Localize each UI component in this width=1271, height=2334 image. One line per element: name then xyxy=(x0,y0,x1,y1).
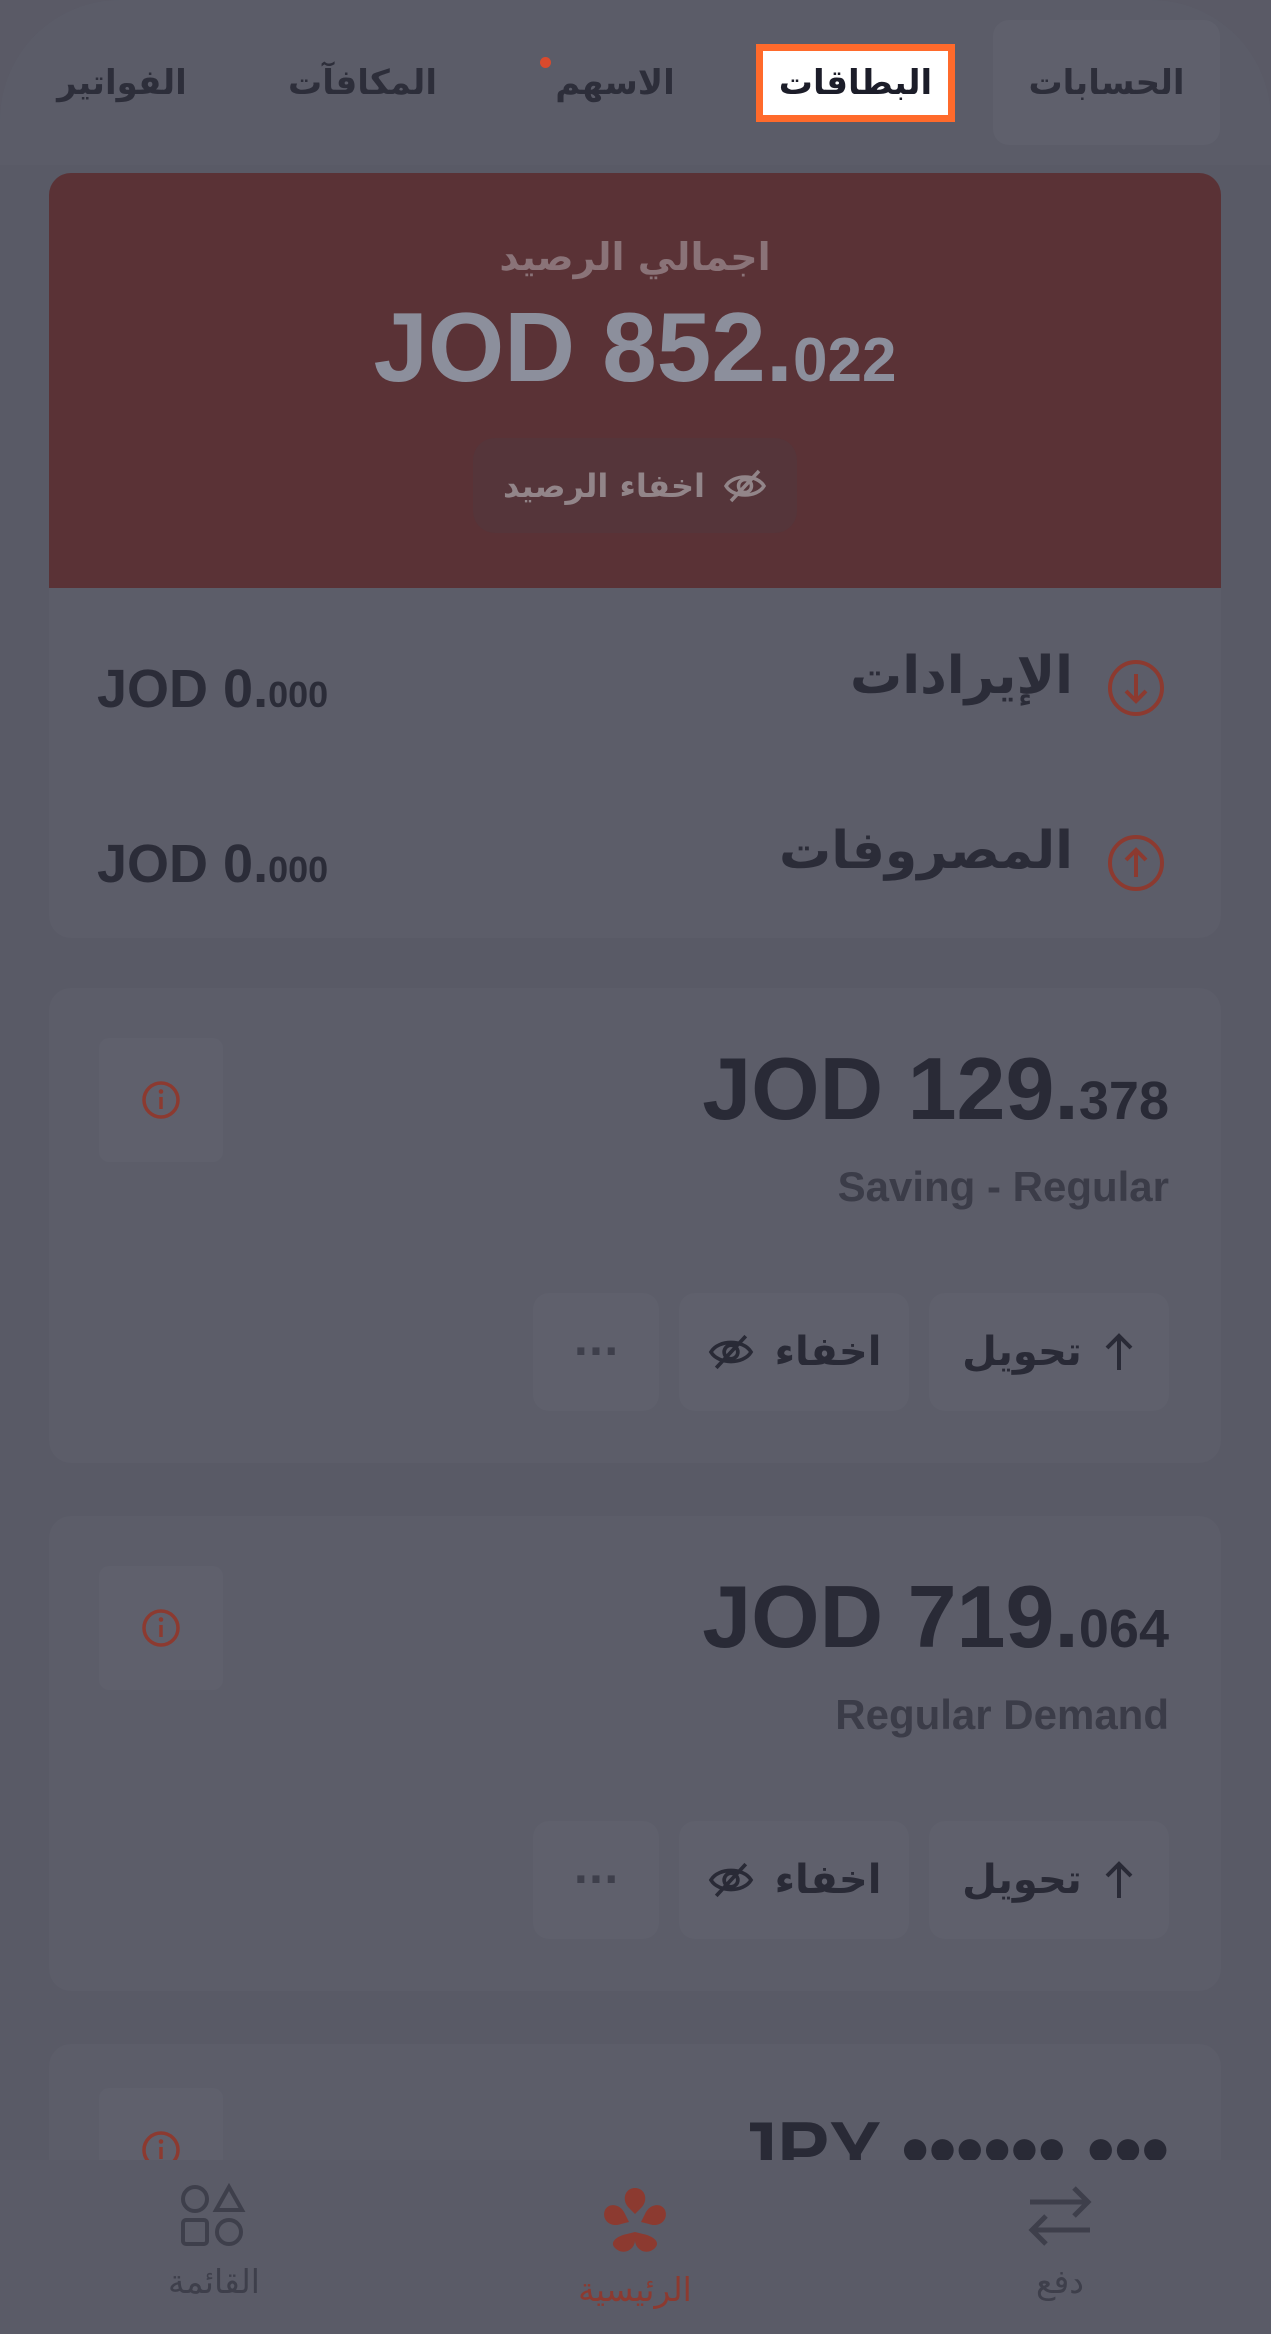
transfer-button[interactable]: تحويل xyxy=(929,1821,1169,1939)
more-options-button[interactable]: ··· xyxy=(533,1293,659,1411)
expense-amount: JOD 0.000 xyxy=(97,833,328,895)
hide-account-label: اخفاء xyxy=(774,1857,882,1903)
nav-home-label: الرئيسية xyxy=(578,2270,692,2309)
nav-home[interactable]: الرئيسية xyxy=(515,2182,755,2309)
hide-balance-label: اخفاء الرصيد xyxy=(503,466,705,505)
account-balance-main: JOD 719. xyxy=(702,1567,1079,1666)
account-balance: JOD 719.064 xyxy=(702,1566,1169,1668)
tab-bills[interactable]: الفواتير xyxy=(57,20,187,145)
tab-cards[interactable]: البطاقات xyxy=(755,20,956,145)
eye-off-icon xyxy=(708,1862,753,1898)
bottom-navigation: القائمة الرئيسية دفع xyxy=(0,2160,1271,2334)
tab-stocks-label: الاسهم xyxy=(555,62,675,103)
brand-flower-icon xyxy=(604,2188,666,2252)
balance-amount-main: JOD 852. xyxy=(373,292,793,402)
tab-rewards[interactable]: المكافآت xyxy=(285,20,440,145)
more-icon: ··· xyxy=(573,1857,619,1903)
hide-account-button[interactable]: اخفاء xyxy=(679,1293,909,1411)
nav-menu[interactable]: القائمة xyxy=(94,2182,334,2301)
account-balance-decimal: 378 xyxy=(1078,1071,1169,1131)
info-icon xyxy=(142,1609,180,1647)
arrow-up-circle-icon xyxy=(1108,835,1164,891)
eye-off-icon xyxy=(708,1334,753,1370)
tab-accounts[interactable]: الحسابات xyxy=(993,20,1220,145)
total-balance-card: اجمالي الرصيد JOD 852.022 اخفاء الرصيد xyxy=(49,173,1221,588)
balance-title: اجمالي الرصيد xyxy=(499,235,771,279)
balance-amount: JOD 852.022 xyxy=(49,291,1221,404)
arrow-down-circle-icon xyxy=(1108,660,1164,716)
account-type: Saving - Regular xyxy=(837,1163,1169,1210)
tab-rewards-label: المكافآت xyxy=(288,62,437,103)
income-expense-panel: الإيرادات JOD 0.000 المصروفات JOD 0.000 xyxy=(49,588,1221,938)
app-screen: الحسابات البطاقات الاسهم المكافآت الفوات… xyxy=(0,0,1271,2334)
transfer-label: تحويل xyxy=(962,1329,1082,1375)
account-balance: JOD 129.378 xyxy=(702,1038,1169,1140)
income-amount-main: JOD 0. xyxy=(97,659,269,719)
account-card[interactable]: JOD 129.378 Saving - Regular تحويل اخفاء… xyxy=(49,988,1221,1463)
shapes-menu-icon xyxy=(181,2182,246,2246)
nav-pay[interactable]: دفع xyxy=(940,2182,1180,2301)
income-amount-decimal: 000 xyxy=(268,674,329,715)
account-info-button[interactable] xyxy=(99,1566,223,1690)
nav-pay-label: دفع xyxy=(1035,2262,1085,2301)
transfer-button[interactable]: تحويل xyxy=(929,1293,1169,1411)
notification-dot xyxy=(540,57,551,68)
eye-off-icon xyxy=(723,469,766,502)
tab-cards-label: البطاقات xyxy=(755,43,956,122)
transfer-label: تحويل xyxy=(962,1857,1082,1903)
more-options-button[interactable]: ··· xyxy=(533,1821,659,1939)
tab-bills-label: الفواتير xyxy=(57,62,187,103)
arrow-up-icon xyxy=(1105,1333,1133,1370)
arrow-up-icon xyxy=(1105,1861,1133,1898)
top-tab-bar: الحسابات البطاقات الاسهم المكافآت الفوات… xyxy=(0,0,1271,165)
income-amount: JOD 0.000 xyxy=(97,658,328,720)
hide-balance-button[interactable]: اخفاء الرصيد xyxy=(473,438,797,533)
more-icon: ··· xyxy=(573,1329,619,1375)
hide-account-button[interactable]: اخفاء xyxy=(679,1821,909,1939)
expense-label: المصروفات xyxy=(779,821,1073,881)
info-icon xyxy=(142,1081,180,1119)
expense-amount-decimal: 000 xyxy=(268,849,329,890)
expense-row[interactable]: المصروفات JOD 0.000 xyxy=(49,793,1221,913)
account-balance-main: JOD 129. xyxy=(702,1039,1079,1138)
expense-amount-main: JOD 0. xyxy=(97,834,269,894)
account-card[interactable]: JOD 719.064 Regular Demand تحويل اخفاء ·… xyxy=(49,1516,1221,1991)
nav-menu-label: القائمة xyxy=(168,2262,260,2301)
tab-accounts-label: الحسابات xyxy=(1028,62,1185,103)
income-label: الإيرادات xyxy=(849,646,1073,706)
tab-stocks[interactable]: الاسهم xyxy=(540,20,690,145)
account-balance-decimal: 064 xyxy=(1078,1599,1169,1659)
income-row[interactable]: الإيرادات JOD 0.000 xyxy=(49,618,1221,738)
account-info-button[interactable] xyxy=(99,1038,223,1162)
account-type: Regular Demand xyxy=(835,1691,1169,1738)
balance-amount-decimal: 022 xyxy=(793,326,897,395)
hide-account-label: اخفاء xyxy=(774,1329,882,1375)
transfer-arrows-icon xyxy=(1028,2186,1092,2246)
